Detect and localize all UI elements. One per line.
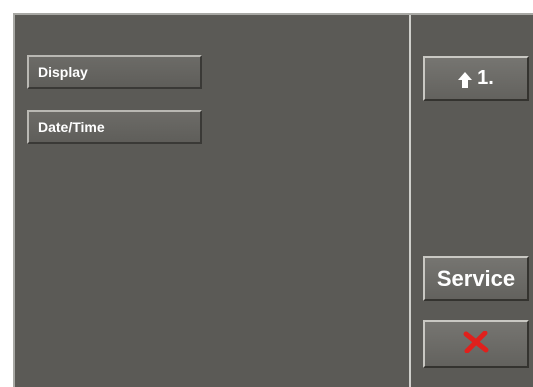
page-up-button[interactable]: 1. [423,56,529,101]
service-label: Service [436,265,516,291]
service-button[interactable]: Service [423,256,529,301]
close-x-icon [463,330,489,358]
menu-item-label: Date/Time [38,119,105,135]
menu-item-label: Display [38,64,88,80]
close-button[interactable] [423,320,529,368]
page-up-label: 1. [477,67,494,89]
settings-screen: Display Date/Time 1. Service [13,13,533,387]
up-arrow-icon [458,71,473,88]
menu-item-display[interactable]: Display [27,55,202,89]
panel-divider [409,15,411,387]
menu-item-date-time[interactable]: Date/Time [27,110,202,144]
